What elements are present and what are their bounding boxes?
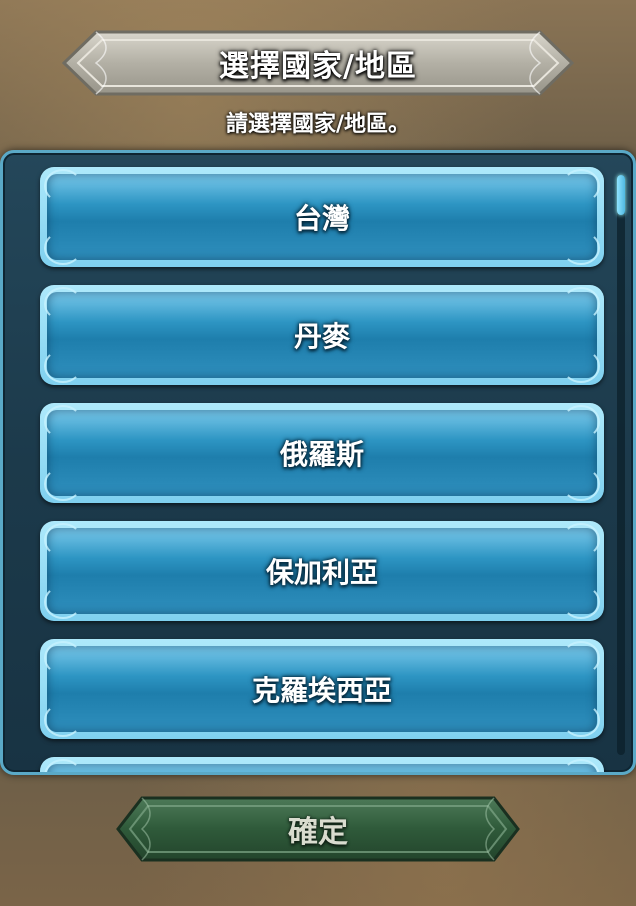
- country-item-taiwan[interactable]: 台灣: [40, 167, 604, 267]
- country-label: 保加利亞: [265, 556, 378, 589]
- country-label: 俄羅斯: [279, 438, 364, 471]
- country-item-partial[interactable]: [40, 757, 604, 772]
- page-title: 選擇國家/地區: [219, 49, 417, 84]
- country-label: 克羅埃西亞: [251, 674, 392, 707]
- country-label: 丹麥: [293, 320, 350, 353]
- country-item-croatia[interactable]: 克羅埃西亞: [40, 639, 604, 739]
- country-list[interactable]: 台灣 丹麥 俄羅斯 保加利亞 克羅埃西亞: [3, 153, 615, 772]
- confirm-button[interactable]: 確定: [112, 794, 524, 864]
- country-item-denmark[interactable]: 丹麥: [40, 285, 604, 385]
- page-subtitle: 請選擇國家/地區。: [225, 112, 411, 137]
- confirm-button-label: 確定: [288, 815, 348, 850]
- country-label: 台灣: [293, 202, 350, 235]
- country-label: [40, 757, 604, 772]
- country-item-russia[interactable]: 俄羅斯: [40, 403, 604, 503]
- list-scrollbar[interactable]: [617, 175, 625, 755]
- title-banner: 選擇國家/地區: [56, 28, 580, 98]
- scrollbar-thumb[interactable]: [617, 175, 625, 215]
- country-list-panel: 台灣 丹麥 俄羅斯 保加利亞 克羅埃西亞: [0, 150, 636, 775]
- country-item-bulgaria[interactable]: 保加利亞: [40, 521, 604, 621]
